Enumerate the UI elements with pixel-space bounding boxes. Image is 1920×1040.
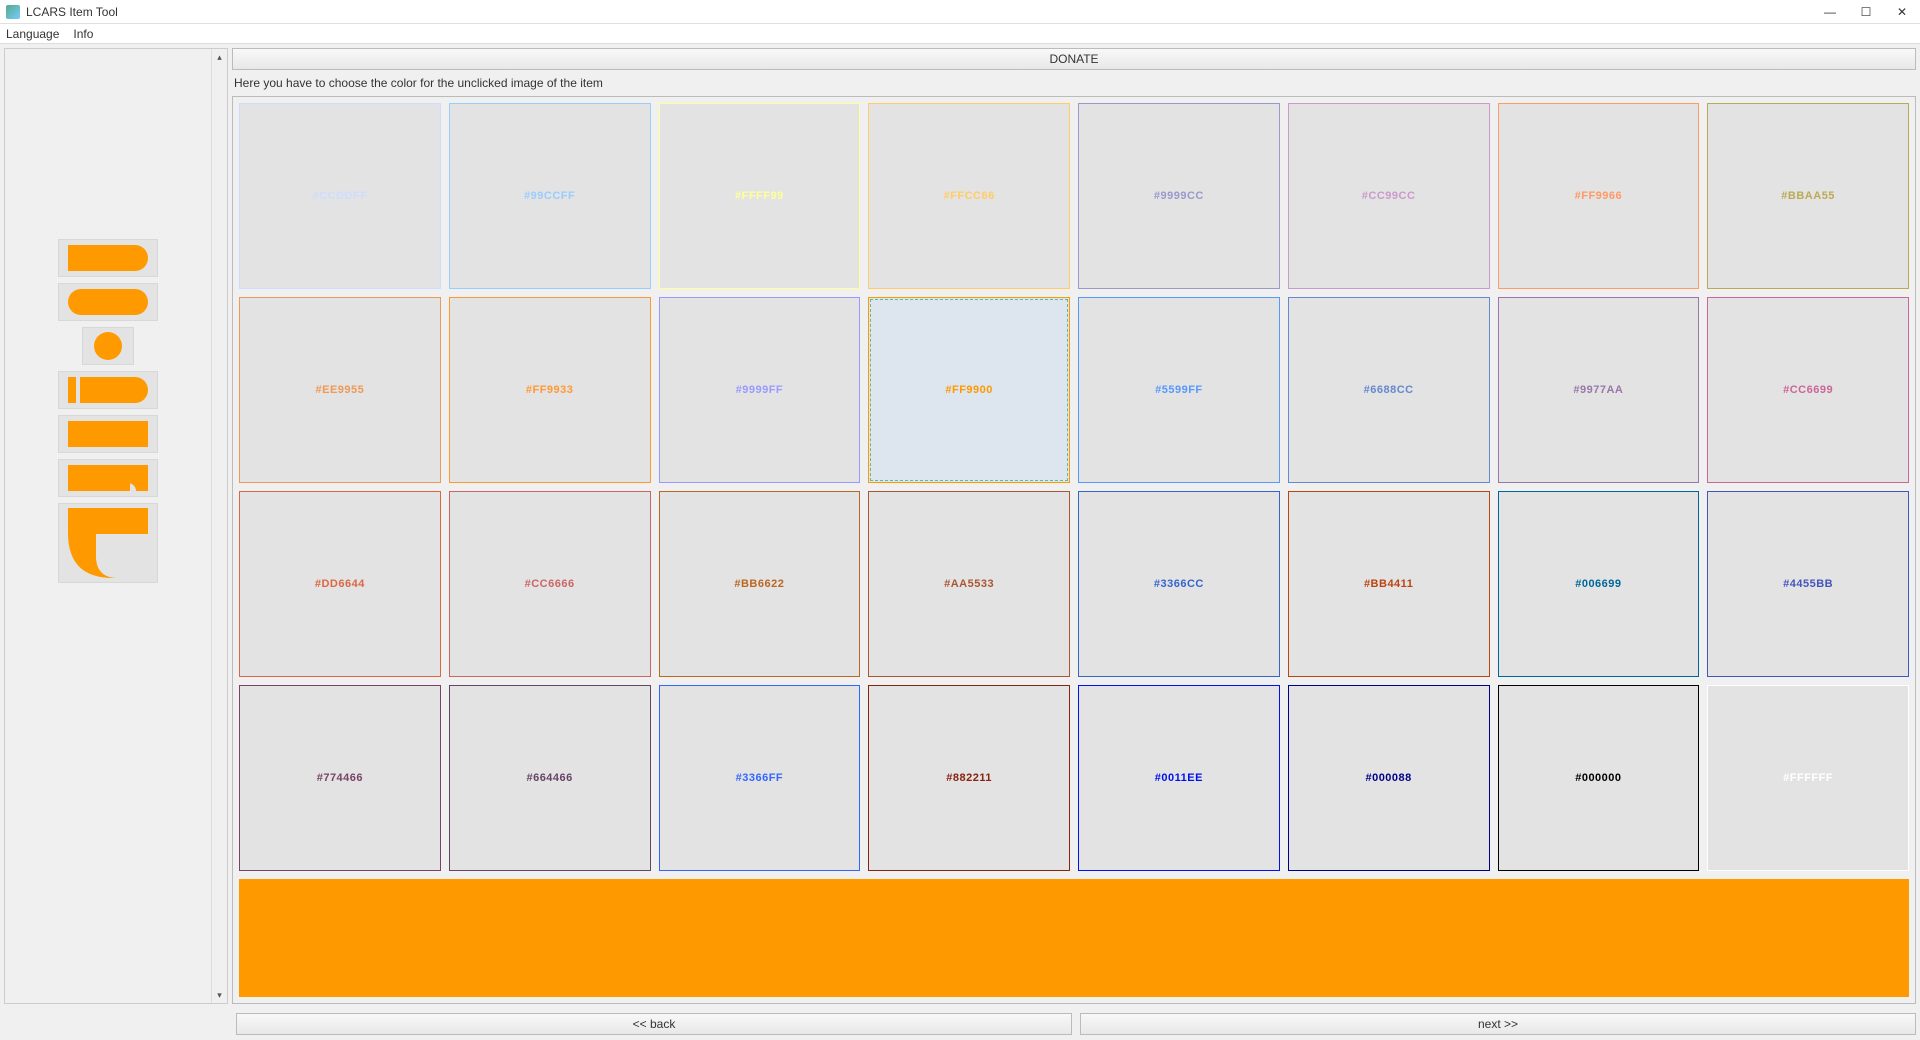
color-swatch[interactable]: #FF9900 [868, 297, 1070, 483]
shape-notched-rect[interactable] [58, 459, 158, 497]
color-swatch[interactable]: #CC6666 [449, 491, 651, 677]
color-swatch[interactable]: #882211 [868, 685, 1070, 871]
sidebar: ▴ ▾ [4, 48, 228, 1004]
color-swatch[interactable]: #9977AA [1498, 297, 1700, 483]
color-swatch[interactable]: #9999FF [659, 297, 861, 483]
color-swatch[interactable]: #3366CC [1078, 491, 1280, 677]
color-swatch[interactable]: #EE9955 [239, 297, 441, 483]
color-swatch[interactable]: #CCDDFF [239, 103, 441, 289]
color-swatch[interactable]: #BB6622 [659, 491, 861, 677]
color-grid: #CCDDFF#99CCFF#FFFF99#FFCC66#9999CC#CC99… [239, 103, 1909, 871]
shape-list [5, 49, 211, 1003]
next-button[interactable]: next >> [1080, 1013, 1916, 1035]
color-swatch[interactable]: #FF9933 [449, 297, 651, 483]
menu-info[interactable]: Info [73, 27, 93, 41]
shape-pill[interactable] [58, 283, 158, 321]
shape-icon [68, 508, 148, 578]
color-swatch[interactable]: #AA5533 [868, 491, 1070, 677]
color-swatch[interactable]: #99CCFF [449, 103, 651, 289]
title-bar: LCARS Item Tool — ☐ ✕ [0, 0, 1920, 24]
shape-icon [68, 289, 148, 315]
shape-elbow[interactable] [58, 503, 158, 583]
color-swatch[interactable]: #DD6644 [239, 491, 441, 677]
main-panel: DONATE Here you have to choose the color… [232, 48, 1916, 1004]
shape-icon [68, 377, 148, 403]
sidebar-scrollbar[interactable]: ▴ ▾ [211, 49, 227, 1003]
scroll-up-icon[interactable]: ▴ [212, 49, 227, 65]
minimize-button[interactable]: — [1824, 6, 1836, 18]
menu-language[interactable]: Language [6, 27, 59, 41]
app-icon [6, 5, 20, 19]
color-swatch[interactable]: #664466 [449, 685, 651, 871]
color-swatch[interactable]: #006699 [1498, 491, 1700, 677]
color-swatch[interactable]: #FFCC66 [868, 103, 1070, 289]
shape-icon [68, 465, 148, 491]
color-swatch[interactable]: #9999CC [1078, 103, 1280, 289]
donate-button[interactable]: DONATE [232, 48, 1916, 70]
shape-icon [68, 245, 148, 271]
color-swatch[interactable]: #5599FF [1078, 297, 1280, 483]
color-swatch[interactable]: #6688CC [1288, 297, 1490, 483]
footer-nav: << back next >> [0, 1008, 1920, 1040]
shape-rectangle[interactable] [58, 415, 158, 453]
color-picker: #CCDDFF#99CCFF#FFFF99#FFCC66#9999CC#CC99… [232, 96, 1916, 1004]
color-swatch[interactable]: #000088 [1288, 685, 1490, 871]
maximize-button[interactable]: ☐ [1860, 6, 1872, 18]
color-swatch[interactable]: #4455BB [1707, 491, 1909, 677]
color-swatch[interactable]: #FF9966 [1498, 103, 1700, 289]
menu-bar: Language Info [0, 24, 1920, 44]
color-swatch[interactable]: #000000 [1498, 685, 1700, 871]
color-swatch[interactable]: #3366FF [659, 685, 861, 871]
color-swatch[interactable]: #BBAA55 [1707, 103, 1909, 289]
window-title: LCARS Item Tool [26, 5, 1824, 19]
color-swatch[interactable]: #CC6699 [1707, 297, 1909, 483]
shape-icon [94, 332, 122, 360]
content-area: ▴ ▾ DONATE Here you have to choose the c… [0, 44, 1920, 1008]
color-swatch[interactable]: #FFFF99 [659, 103, 861, 289]
instruction-text: Here you have to choose the color for th… [232, 74, 1916, 92]
shape-rounded-right[interactable] [58, 239, 158, 277]
shape-icon [68, 421, 148, 447]
color-preview [239, 879, 1909, 997]
color-swatch[interactable]: #774466 [239, 685, 441, 871]
scroll-down-icon[interactable]: ▾ [212, 987, 227, 1003]
color-swatch[interactable]: #0011EE [1078, 685, 1280, 871]
back-button[interactable]: << back [236, 1013, 1072, 1035]
color-swatch[interactable]: #CC99CC [1288, 103, 1490, 289]
shape-rounded-right-split[interactable] [58, 371, 158, 409]
color-swatch[interactable]: #BB4411 [1288, 491, 1490, 677]
shape-circle[interactable] [82, 327, 134, 365]
color-swatch[interactable]: #FFFFFF [1707, 685, 1909, 871]
close-button[interactable]: ✕ [1896, 6, 1908, 18]
